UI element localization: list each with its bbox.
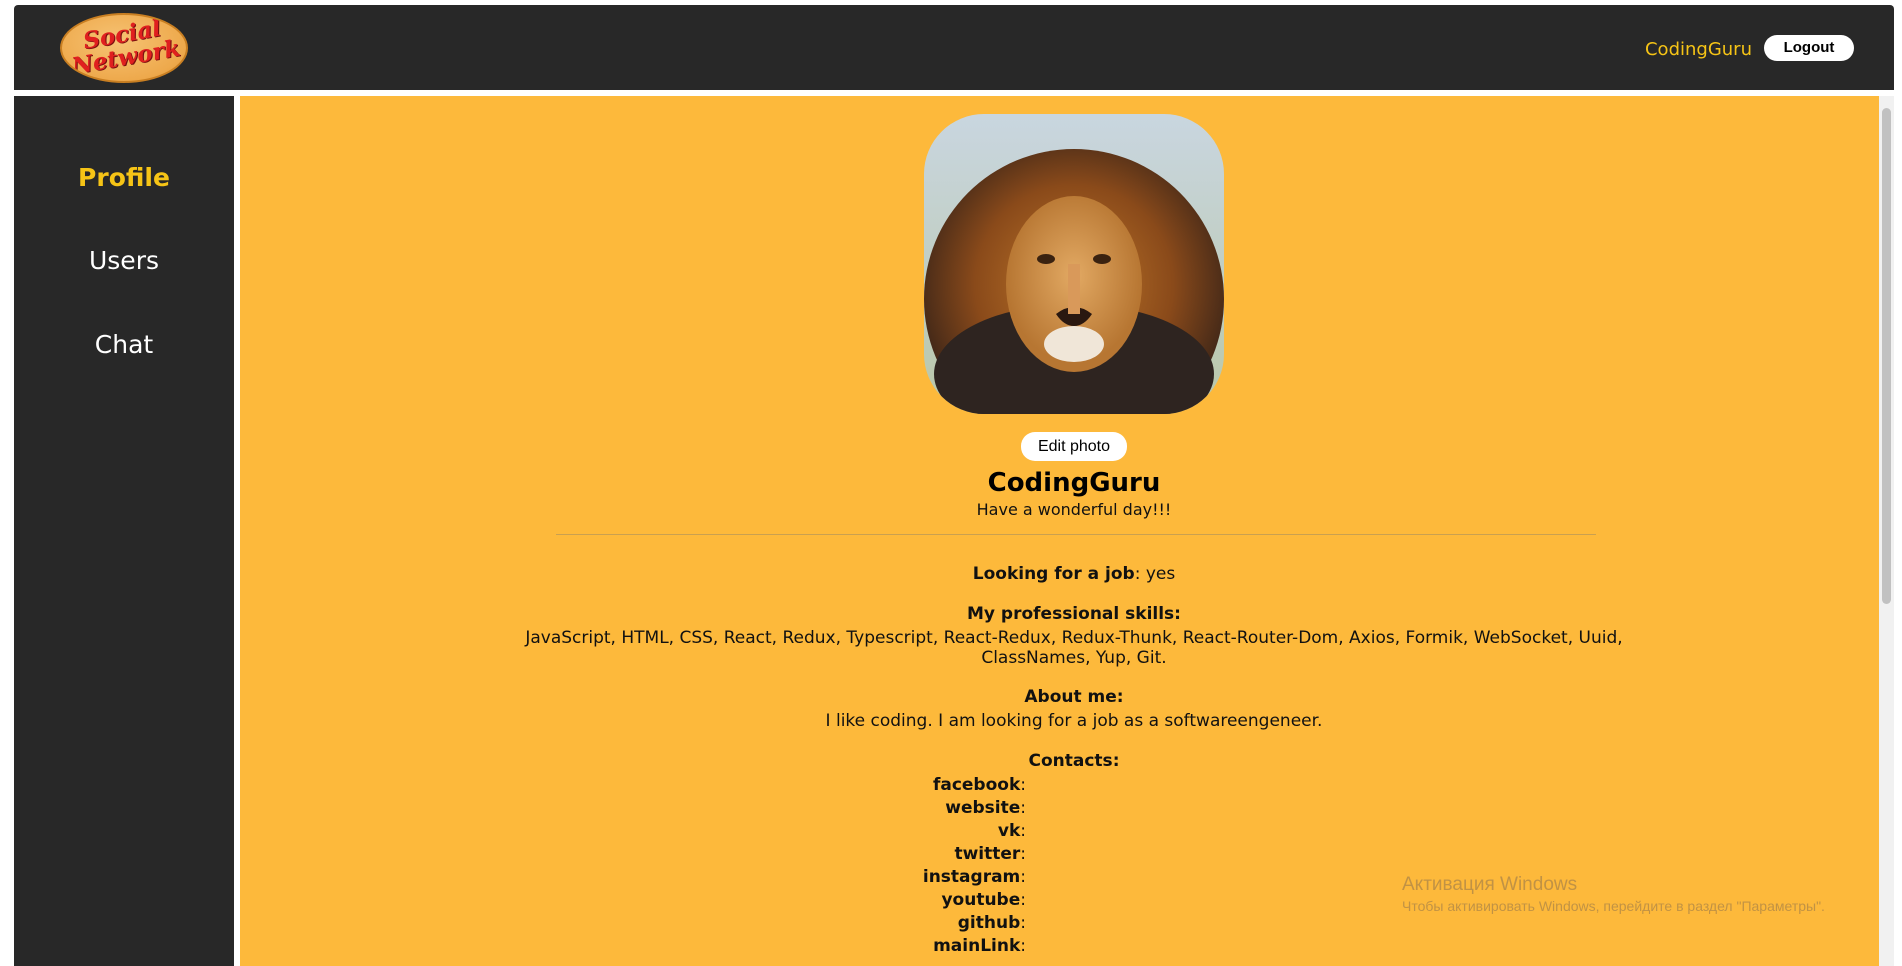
contact-website-label: website [945, 798, 1021, 818]
scrollbar-thumb[interactable] [1882, 108, 1891, 604]
contact-mainlink-label: mainLink [933, 936, 1021, 956]
contact-twitter-label: twitter [954, 844, 1021, 864]
looking-for-job-row: Looking for a job: yes [240, 564, 1894, 584]
about-label: About me [1024, 687, 1117, 707]
about-label-row: About me: [1024, 687, 1124, 707]
looking-for-job-label: Looking for a job [972, 564, 1135, 584]
skills-value-line-2: ClassNames, Yup, Git. [981, 648, 1167, 668]
contacts-label-row: Contacts: [1028, 751, 1120, 771]
sidebar-item-profile[interactable]: Profile [14, 162, 234, 194]
contact-facebook-label: facebook [932, 775, 1021, 795]
contact-youtube-label: youtube [941, 890, 1021, 910]
contact-vk-label: vk [997, 821, 1021, 841]
contact-github: github: [957, 913, 1026, 933]
windows-activation-subtitle: Чтобы активировать Windows, перейдите в … [1402, 898, 1825, 914]
app: Social Network CodingGuru Logout Profile… [14, 5, 1894, 966]
looking-for-job-value: : yes [1134, 564, 1176, 584]
contact-instagram-label: instagram [922, 867, 1021, 887]
lion-avatar-image [924, 114, 1224, 414]
social-network-logo[interactable]: Social Network [60, 13, 188, 83]
windows-activation-title: Активация Windows [1402, 874, 1578, 895]
skills-value-line-1: JavaScript, HTML, CSS, React, Redux, Typ… [525, 628, 1623, 648]
logo-text: Social Network [62, 15, 186, 80]
contacts-label: Contacts [1028, 751, 1113, 771]
sidebar-item-users[interactable]: Users [14, 245, 234, 277]
header: Social Network CodingGuru Logout [14, 5, 1894, 90]
contact-youtube: youtube: [941, 890, 1026, 910]
contact-vk: vk: [997, 821, 1026, 841]
contact-mainlink: mainLink: [933, 936, 1026, 956]
skills-label: My professional skills [967, 604, 1175, 624]
header-user-name: CodingGuru [1644, 39, 1752, 60]
sidebar-item-chat[interactable]: Chat [14, 329, 234, 361]
divider [556, 534, 1596, 535]
contact-facebook: facebook: [932, 775, 1026, 795]
contact-instagram: instagram: [922, 867, 1026, 887]
sidebar: Profile Users Chat [14, 96, 234, 966]
profile-name: CodingGuru [987, 468, 1161, 498]
edit-photo-button[interactable]: Edit photo [1021, 432, 1127, 461]
main-scrollbar[interactable] [1879, 96, 1894, 966]
logout-button[interactable]: Logout [1764, 35, 1854, 61]
profile-avatar [924, 114, 1224, 414]
contact-github-label: github [957, 913, 1021, 933]
contact-website: website: [945, 798, 1026, 818]
about-value: I like coding. I am looking for a job as… [825, 711, 1323, 731]
contact-twitter: twitter: [954, 844, 1026, 864]
main-content: Edit photo CodingGuru Have a wonderful d… [240, 96, 1894, 966]
profile-status[interactable]: Have a wonderful day!!! [240, 499, 1894, 521]
skills-label-row: My professional skills: [967, 604, 1181, 624]
